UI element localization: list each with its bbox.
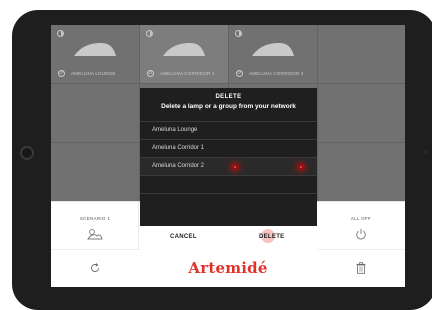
dialog-actions: CANCEL DELETE [140, 226, 317, 250]
scene-1[interactable]: SCENARIO 1 [51, 202, 139, 250]
scene-icon [87, 229, 103, 240]
trash-icon[interactable] [356, 262, 366, 274]
power-icon [356, 229, 366, 240]
list-item-label: Ameluna Lounge [152, 127, 198, 133]
delete-marker-icon[interactable] [231, 163, 239, 171]
all-off-label: ALL OFF [350, 216, 372, 221]
list-item-empty [140, 175, 317, 193]
app-screen: ⟳ AMELUNA LOUNGE ⟳ AMELUNA CORRIDOR 1 ⟳ … [51, 25, 405, 287]
list-item[interactable]: Ameluna Lounge [140, 121, 317, 139]
delete-marker-icon[interactable] [297, 163, 305, 171]
home-button[interactable] [20, 146, 34, 160]
list-item[interactable]: Ameluna Corridor 1 [140, 139, 317, 157]
list-item-label: Ameluna Corridor 2 [152, 163, 205, 169]
brand-logo: Artemidé [188, 259, 268, 277]
all-off-cell[interactable]: ALL OFF [317, 202, 405, 250]
list-item-selected[interactable]: Ameluna Corridor 2 [140, 157, 317, 175]
dialog-subtitle: Delete a lamp or a group from your netwo… [161, 103, 296, 110]
scene-label: SCENARIO 1 [79, 216, 111, 221]
list-item-label: Ameluna Corridor 1 [152, 145, 205, 151]
delete-dialog: DELETE Delete a lamp or a group from you… [140, 88, 317, 250]
dialog-title: DELETE [215, 94, 242, 100]
front-camera [424, 150, 428, 154]
list-item-empty [140, 193, 317, 207]
footer-bar: Artemidé [51, 249, 405, 287]
cancel-button[interactable]: CANCEL [170, 234, 197, 240]
delete-button[interactable]: DELETE [259, 234, 284, 240]
